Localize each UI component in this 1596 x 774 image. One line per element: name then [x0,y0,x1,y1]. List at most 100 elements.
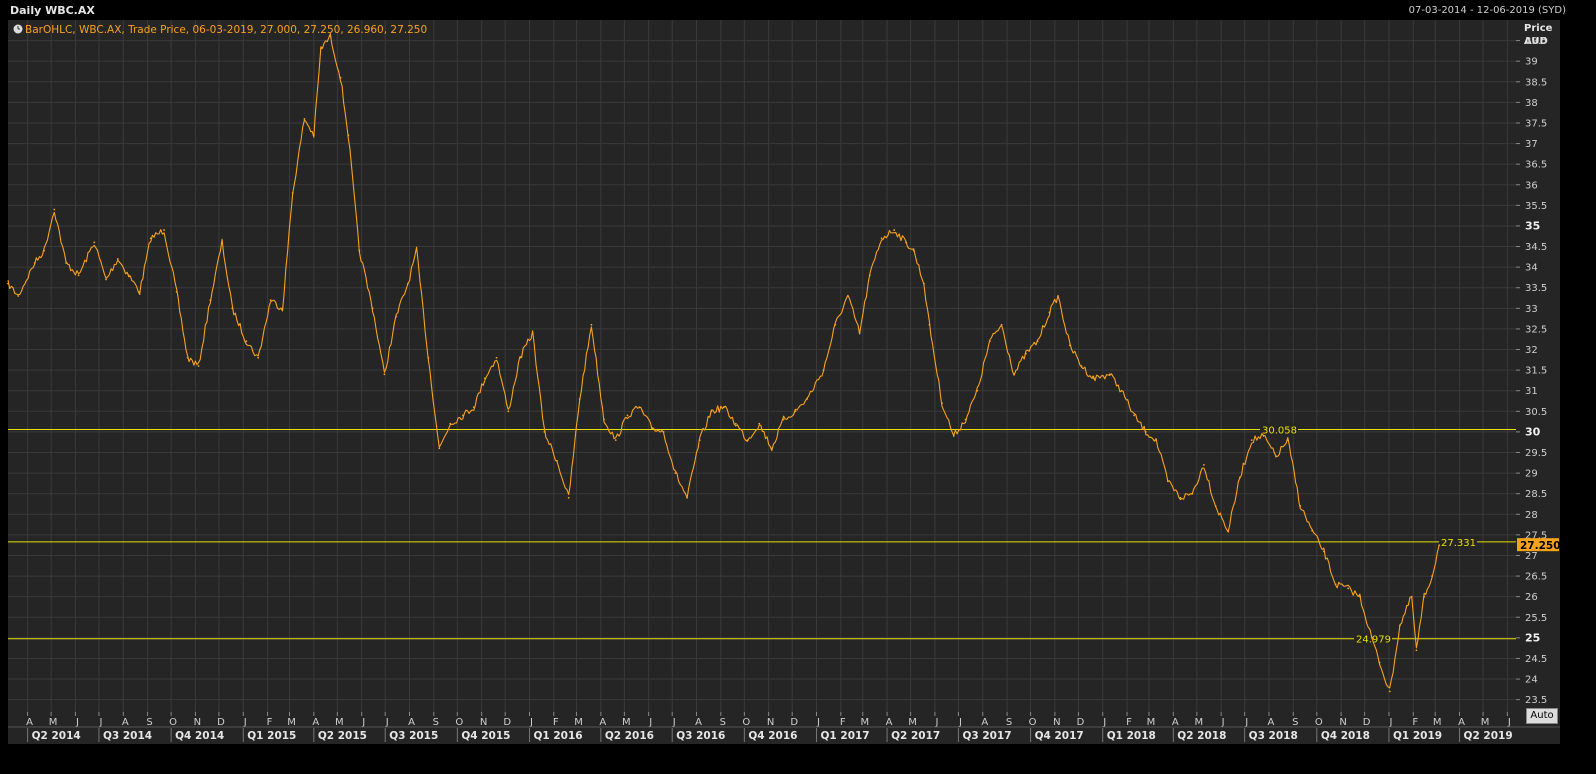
price-point [710,410,713,413]
price-point [407,282,409,285]
price-point [1144,431,1147,433]
price-point [1415,649,1418,652]
price-point [893,229,896,231]
y-tick-label: 25 [1525,631,1540,644]
x-month-label: D [1363,717,1371,728]
price-chart[interactable]: AMJJASONDJFMAMJJASONDJFMAMJJASONDJFMAMJJ… [0,0,1596,774]
y-tick-label: 25.5 [1525,613,1547,624]
x-month-label: J [1102,717,1106,728]
price-point [507,410,510,413]
price-point [93,241,96,244]
x-month-label: S [720,717,726,728]
price-point [1239,476,1241,479]
price-point [281,307,284,310]
price-point [449,422,452,425]
y-tick-label: 28 [1525,510,1538,521]
price-point [531,332,534,334]
price-point [231,307,234,310]
x-month-label: J [648,717,652,728]
y-tick-label: 36 [1525,180,1538,191]
price-point [912,249,915,252]
price-point [1275,455,1277,458]
price-point [1057,295,1059,297]
x-month-label: J [958,717,962,728]
x-month-label: M [622,717,631,728]
price-point [746,439,749,442]
price-point [438,447,441,450]
price-point [1155,439,1157,442]
legend: BarOHLC, WBC.AX, Trade Price, 06-03-2019… [13,24,427,36]
price-point [495,356,498,359]
price-point [395,315,398,318]
price-point [1388,690,1391,693]
price-point [698,439,701,442]
chart-window: Daily WBC.AX 07-03-2014 - 12-06-2019 (SY… [0,0,1596,774]
price-point [723,406,725,409]
price-point [638,406,641,409]
price-point [1214,505,1217,507]
y-tick-label: 37.5 [1525,118,1547,129]
price-point [964,418,967,421]
price-point [1334,583,1337,586]
x-month-label: D [503,717,511,728]
x-quarter-label: Q3 2018 [1249,730,1298,742]
price-point [567,496,570,499]
price-point [269,299,272,301]
x-quarter-label: Q2 2014 [32,730,81,742]
x-quarter-label: Q4 2015 [461,730,510,742]
x-month-label: J [361,717,365,728]
x-month-label: J [672,717,676,728]
x-month-label: S [433,717,439,728]
x-month-label: J [816,717,820,728]
x-month-label: N [767,717,774,728]
x-month-label: M [860,717,869,728]
x-month-label: A [599,717,606,728]
price-point [519,356,521,359]
x-month-label: A [408,717,415,728]
price-point [245,340,248,343]
price-point [1347,587,1350,590]
plot-background [8,20,1516,712]
x-quarter-label: Q2 2018 [1177,730,1226,742]
x-month-label: M [1195,717,1204,728]
price-point [163,229,165,231]
price-point [1202,463,1205,466]
price-point [33,262,36,264]
price-point [186,356,189,359]
price-point [770,447,773,450]
price-point [1431,575,1433,577]
price-point [1092,377,1095,380]
auto-scale-button[interactable]: Auto [1526,708,1558,724]
x-month-label: M [574,717,583,728]
price-point [834,323,837,326]
price-point [371,307,374,310]
y-tick-label: 36.5 [1525,160,1547,171]
price-point [868,274,871,277]
x-month-label: F [1412,717,1418,728]
price-point [590,323,593,326]
price-point [1013,373,1016,376]
x-month-label: J [1507,717,1511,728]
price-point [1423,595,1426,598]
price-point [858,332,861,334]
y-tick-label: 38 [1525,98,1538,109]
price-point [626,414,629,417]
price-point [674,472,677,474]
x-quarter-label: Q2 2017 [891,730,940,742]
price-point [415,249,418,252]
y-tick-label: 28.5 [1525,489,1547,500]
price-point [846,295,849,297]
price-point [1166,480,1169,483]
price-point [116,258,119,260]
x-quarter-label: Q1 2017 [821,730,870,742]
price-point [1410,595,1413,598]
price-point [472,406,475,409]
price-point [1036,340,1039,343]
price-point [1191,492,1194,495]
price-point [734,422,737,425]
x-quarter-label: Q4 2017 [1035,730,1084,742]
price-point [1068,344,1071,347]
x-month-label: J [243,717,247,728]
x-month-label: O [1029,717,1037,728]
price-point [578,398,581,400]
